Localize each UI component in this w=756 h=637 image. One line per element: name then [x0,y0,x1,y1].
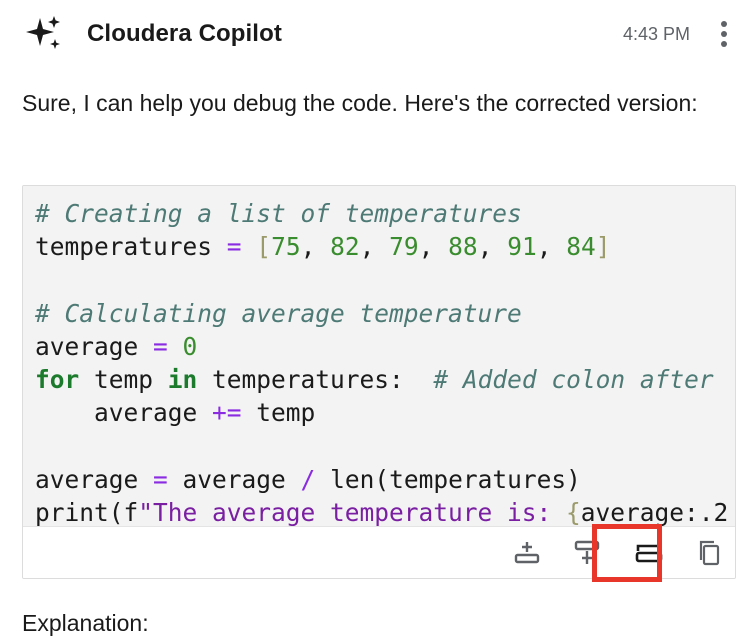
message-timestamp: 4:43 PM [622,24,690,44]
code-line-4: # Calculating average temperature [35,298,522,328]
assistant-name: Cloudera Copilot [87,20,282,47]
code-line-2: temperatures = [75, 82, 79, 88, 91, 84] [35,232,611,262]
insert-above-button[interactable] [511,537,543,569]
replace-button[interactable] [633,537,665,569]
explanation-label: Explanation: [22,610,149,636]
code-toolbar [23,526,735,578]
code-content: # Creating a list of temperatures temper… [35,197,728,526]
insert-above-icon [514,542,540,564]
code-line-10: print(f"The average temperature is: {ave… [35,497,729,526]
replace-icon [635,544,663,563]
code-line-5: average = 0 [35,331,198,361]
insert-below-icon [574,540,600,564]
code-line-1: # Creating a list of temperatures [35,199,522,228]
message-intro-text: Sure, I can help you debug the code. Her… [22,90,698,116]
code-line-9: average = average / len(temperatures) [35,464,581,494]
sparkle-icon [26,16,60,49]
insert-below-button[interactable] [571,537,603,569]
kebab-menu-icon[interactable] [716,18,732,50]
copy-button[interactable] [693,537,725,569]
copy-icon [699,540,720,566]
message-header: Cloudera Copilot 4:43 PM [0,0,756,68]
code-line-6: for temp in temperatures: # Added colon … [35,365,714,395]
code-block: # Creating a list of temperatures temper… [22,185,736,579]
code-line-7: average += temp [35,398,316,428]
code-area[interactable]: # Creating a list of temperatures temper… [23,186,735,526]
